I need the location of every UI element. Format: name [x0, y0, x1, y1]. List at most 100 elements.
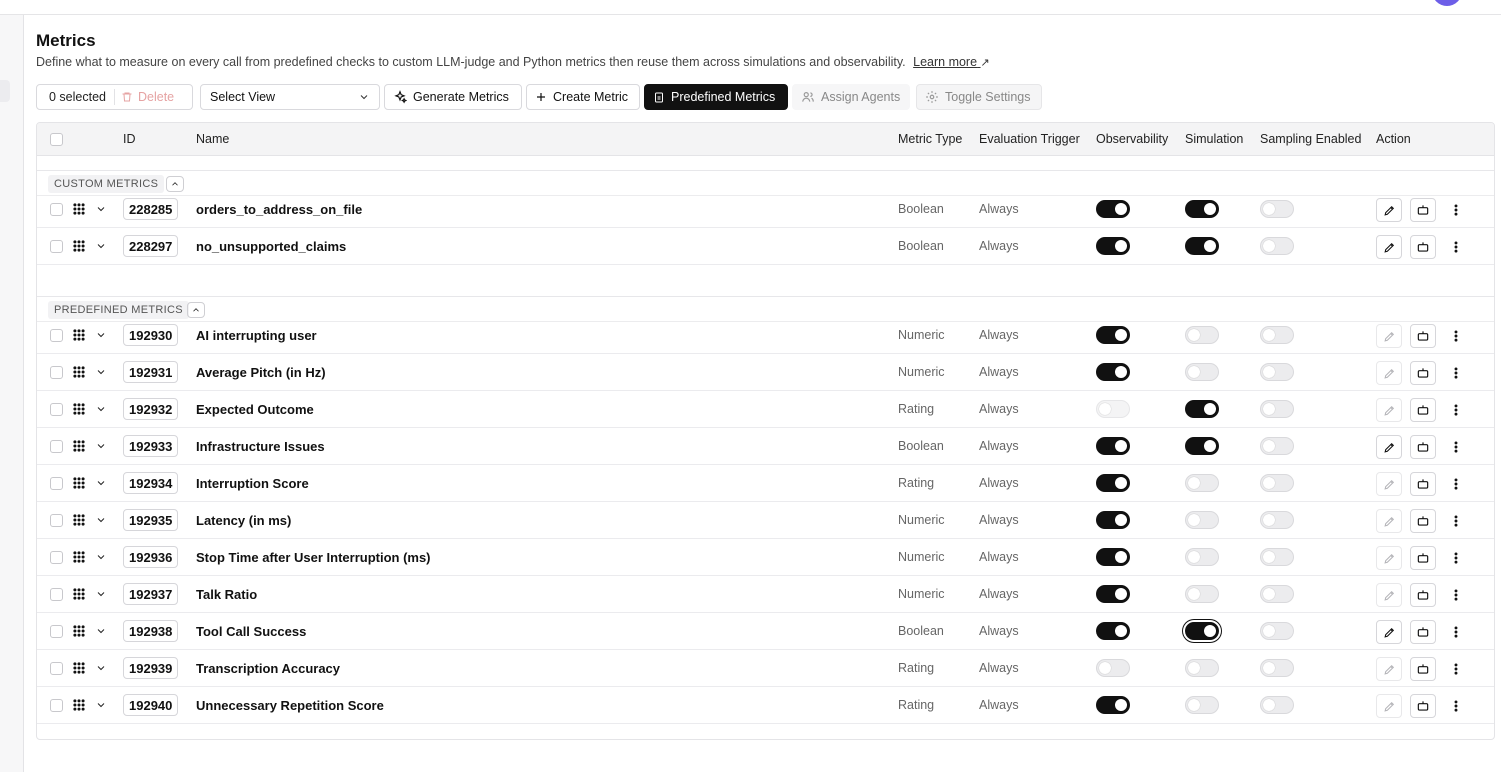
- observability-toggle[interactable]: [1096, 437, 1130, 455]
- simulation-toggle[interactable]: [1185, 237, 1219, 255]
- assign-agents-button[interactable]: Assign Agents: [792, 84, 910, 110]
- column-metric-type[interactable]: Metric Type: [898, 132, 962, 146]
- simulation-toggle[interactable]: [1185, 548, 1219, 566]
- simulation-toggle[interactable]: [1185, 400, 1219, 418]
- edit-button[interactable]: [1376, 509, 1402, 533]
- table-row[interactable]: 192930 AI interrupting user Numeric Always: [37, 317, 1494, 354]
- row-checkbox[interactable]: [50, 440, 63, 453]
- row-expand-button[interactable]: [95, 366, 107, 381]
- more-options-button[interactable]: [1448, 364, 1464, 382]
- drag-handle[interactable]: [72, 624, 86, 641]
- row-checkbox[interactable]: [50, 588, 63, 601]
- assign-agent-button[interactable]: [1410, 235, 1436, 259]
- assign-agent-button[interactable]: [1410, 361, 1436, 385]
- edit-button[interactable]: [1376, 361, 1402, 385]
- row-checkbox[interactable]: [50, 366, 63, 379]
- drag-handle[interactable]: [72, 328, 86, 345]
- row-checkbox[interactable]: [50, 477, 63, 490]
- observability-toggle[interactable]: [1096, 585, 1130, 603]
- column-evaluation-trigger[interactable]: Evaluation Trigger: [979, 132, 1080, 146]
- assign-agent-button[interactable]: [1410, 694, 1436, 718]
- assign-agent-button[interactable]: [1410, 435, 1436, 459]
- column-observability[interactable]: Observability: [1096, 132, 1168, 146]
- sampling-toggle[interactable]: [1260, 400, 1294, 418]
- drag-handle[interactable]: [72, 550, 86, 567]
- sampling-toggle[interactable]: [1260, 659, 1294, 677]
- row-checkbox[interactable]: [50, 329, 63, 342]
- simulation-toggle[interactable]: [1185, 511, 1219, 529]
- drag-handle[interactable]: [72, 513, 86, 530]
- simulation-toggle[interactable]: [1185, 200, 1219, 218]
- table-row[interactable]: 228297 no_unsupported_claims Boolean Always: [37, 228, 1494, 265]
- row-expand-button[interactable]: [95, 662, 107, 677]
- table-row[interactable]: 192934 Interruption Score Rating Always: [37, 465, 1494, 502]
- simulation-toggle[interactable]: [1185, 696, 1219, 714]
- sampling-toggle[interactable]: [1260, 363, 1294, 381]
- drag-handle[interactable]: [72, 476, 86, 493]
- simulation-toggle[interactable]: [1185, 659, 1219, 677]
- simulation-toggle[interactable]: [1185, 474, 1219, 492]
- sampling-toggle[interactable]: [1260, 326, 1294, 344]
- table-row[interactable]: 192937 Talk Ratio Numeric Always: [37, 576, 1494, 613]
- edit-button[interactable]: [1376, 620, 1402, 644]
- toggle-settings-button[interactable]: Toggle Settings: [916, 84, 1042, 110]
- observability-toggle[interactable]: [1096, 622, 1130, 640]
- edit-button[interactable]: [1376, 657, 1402, 681]
- table-row[interactable]: 192933 Infrastructure Issues Boolean Always: [37, 428, 1494, 465]
- simulation-toggle[interactable]: [1185, 622, 1219, 640]
- more-options-button[interactable]: [1448, 660, 1464, 678]
- drag-handle[interactable]: [72, 402, 86, 419]
- drag-handle[interactable]: [72, 587, 86, 604]
- row-expand-button[interactable]: [95, 403, 107, 418]
- edit-button[interactable]: [1376, 583, 1402, 607]
- column-name[interactable]: Name: [196, 132, 229, 146]
- more-options-button[interactable]: [1448, 697, 1464, 715]
- column-simulation[interactable]: Simulation: [1185, 132, 1243, 146]
- more-options-button[interactable]: [1448, 512, 1464, 530]
- edit-button[interactable]: [1376, 435, 1402, 459]
- table-row[interactable]: 192931 Average Pitch (in Hz) Numeric Always: [37, 354, 1494, 391]
- row-expand-button[interactable]: [95, 477, 107, 492]
- row-checkbox[interactable]: [50, 240, 63, 253]
- row-expand-button[interactable]: [95, 240, 107, 255]
- sampling-toggle[interactable]: [1260, 696, 1294, 714]
- drag-handle[interactable]: [72, 439, 86, 456]
- drag-handle[interactable]: [72, 202, 86, 219]
- assign-agent-button[interactable]: [1410, 509, 1436, 533]
- row-expand-button[interactable]: [95, 551, 107, 566]
- observability-toggle[interactable]: [1096, 237, 1130, 255]
- assign-agent-button[interactable]: [1410, 583, 1436, 607]
- simulation-toggle[interactable]: [1185, 585, 1219, 603]
- row-expand-button[interactable]: [95, 588, 107, 603]
- learn-more-link[interactable]: Learn more ↗: [913, 55, 990, 69]
- observability-toggle[interactable]: [1096, 363, 1130, 381]
- drag-handle[interactable]: [72, 698, 86, 715]
- more-options-button[interactable]: [1448, 327, 1464, 345]
- row-checkbox[interactable]: [50, 551, 63, 564]
- simulation-toggle[interactable]: [1185, 363, 1219, 381]
- table-row[interactable]: 192939 Transcription Accuracy Rating Always: [37, 650, 1494, 687]
- more-options-button[interactable]: [1448, 623, 1464, 641]
- edit-button[interactable]: [1376, 235, 1402, 259]
- table-row[interactable]: 228285 orders_to_address_on_file Boolean Al…: [37, 191, 1494, 228]
- assign-agent-button[interactable]: [1410, 546, 1436, 570]
- assign-agent-button[interactable]: [1410, 620, 1436, 644]
- row-expand-button[interactable]: [95, 514, 107, 529]
- edit-button[interactable]: [1376, 324, 1402, 348]
- delete-button[interactable]: Delete: [115, 90, 174, 104]
- observability-toggle[interactable]: [1096, 659, 1130, 677]
- assign-agent-button[interactable]: [1410, 398, 1436, 422]
- row-checkbox[interactable]: [50, 203, 63, 216]
- assign-agent-button[interactable]: [1410, 657, 1436, 681]
- edit-button[interactable]: [1376, 546, 1402, 570]
- column-action[interactable]: Action: [1376, 132, 1411, 146]
- row-expand-button[interactable]: [95, 329, 107, 344]
- more-options-button[interactable]: [1448, 549, 1464, 567]
- observability-toggle[interactable]: [1096, 696, 1130, 714]
- observability-toggle[interactable]: [1096, 548, 1130, 566]
- observability-toggle[interactable]: [1096, 400, 1130, 418]
- assign-agent-button[interactable]: [1410, 324, 1436, 348]
- edit-button[interactable]: [1376, 694, 1402, 718]
- row-checkbox[interactable]: [50, 699, 63, 712]
- simulation-toggle[interactable]: [1185, 437, 1219, 455]
